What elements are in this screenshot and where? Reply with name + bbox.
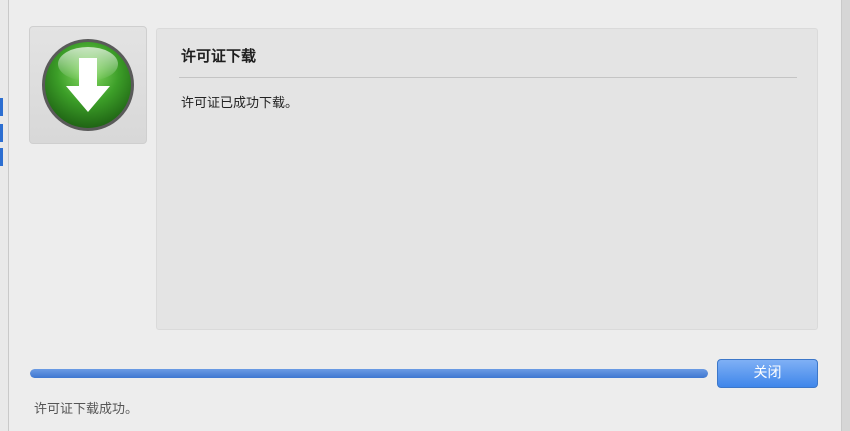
background-window-edge [0,0,8,431]
status-text: 许可证下载成功。 [34,402,139,417]
download-arrow-icon [42,39,134,131]
close-button[interactable]: 关闭 [717,359,818,388]
panel-message: 许可证已成功下载。 [181,96,299,111]
progress-bar-fill [30,369,708,378]
background-selection-mark [0,98,3,116]
license-download-dialog: 许可证下载 许可证已成功下载。 关闭 许可证下载成功。 [8,0,842,431]
panel-title: 许可证下载 [181,47,257,65]
background-selection-mark [0,148,3,166]
icon-frame [29,26,147,144]
panel-divider [179,77,797,78]
progress-bar [30,369,708,378]
message-panel: 许可证下载 许可证已成功下载。 [156,28,818,330]
background-selection-mark [0,124,3,142]
